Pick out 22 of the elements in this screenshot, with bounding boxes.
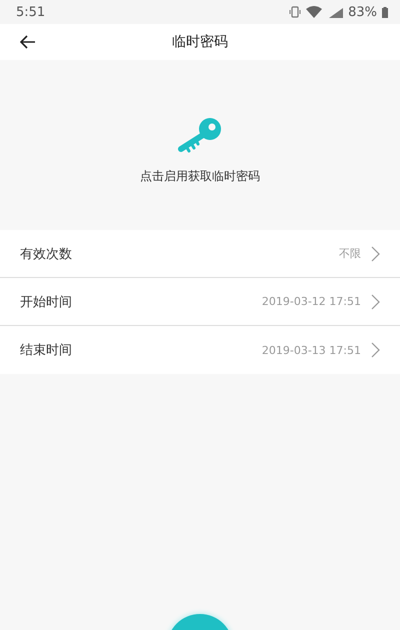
row-value: 2019-03-12 17:51: [262, 295, 361, 308]
vibrate-icon: [289, 6, 302, 18]
row-label: 开始时间: [20, 294, 73, 310]
signal-icon: [327, 6, 344, 18]
row-label: 有效次数: [20, 246, 73, 262]
battery-percent: 83%: [348, 4, 377, 20]
battery-icon: [382, 6, 388, 18]
status-time: 5:51: [16, 4, 46, 20]
chevron-right-icon: [371, 342, 380, 358]
settings-row[interactable]: 有效次数 不限: [0, 230, 400, 278]
row-value: 2019-03-13 17:51: [262, 344, 361, 356]
settings-row[interactable]: 结束时间 2019-03-13 17:51: [0, 326, 400, 374]
settings-row[interactable]: 开始时间 2019-03-12 17:51: [0, 278, 400, 326]
row-label: 结束时间: [20, 342, 73, 359]
enable-hint: 点击启用获取临时密码: [140, 168, 260, 184]
page-title: 临时密码: [172, 33, 228, 51]
wifi-icon: [306, 6, 322, 18]
chevron-right-icon: [371, 246, 380, 262]
chevron-right-icon: [371, 294, 380, 310]
back-arrow-icon[interactable]: [20, 35, 36, 49]
key-icon[interactable]: [177, 116, 223, 156]
row-value: 不限: [339, 246, 361, 261]
